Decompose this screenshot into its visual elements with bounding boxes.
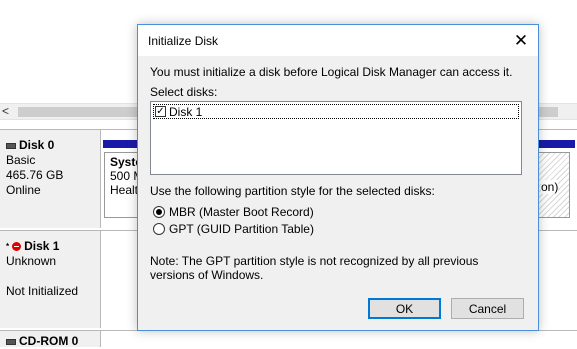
intro-text: You must initialize a disk before Logica…: [150, 65, 513, 79]
disk-icon: [6, 142, 16, 149]
radio-selected-dot: [156, 209, 162, 215]
mbr-label: MBR (Master Boot Record): [169, 205, 314, 219]
ok-button[interactable]: OK: [368, 298, 441, 319]
initialize-disk-dialog: Initialize Disk ✕ You must initialize a …: [137, 24, 539, 331]
gpt-radio[interactable]: [153, 223, 165, 235]
list-item[interactable]: ✓ Disk 1: [153, 104, 519, 119]
select-disks-label: Select disks:: [150, 85, 218, 99]
hatched-partition[interactable]: on): [538, 152, 570, 218]
partition-right-text: on): [541, 180, 559, 194]
dialog-title: Initialize Disk: [148, 34, 219, 48]
disk-listbox[interactable]: ✓ Disk 1: [150, 101, 522, 175]
cdrom-label[interactable]: CD-ROM 0: [0, 331, 101, 348]
disk-1-checkbox[interactable]: ✓: [155, 106, 166, 117]
scroll-left-arrow[interactable]: <: [2, 104, 9, 118]
close-icon[interactable]: ✕: [504, 25, 538, 56]
partition-style-label: Use the following partition style for th…: [150, 184, 435, 198]
disk-0-label[interactable]: Disk 0 Basic 465.76 GB Online: [0, 130, 101, 228]
cancel-button[interactable]: Cancel: [451, 298, 524, 319]
disk-1-label[interactable]: * Disk 1 Unknown Not Initialized: [0, 231, 101, 328]
disk-0-size: 465.76 GB: [6, 168, 64, 182]
disk-1-name: Disk 1: [24, 239, 60, 253]
disk-0-name: Disk 0: [19, 138, 55, 152]
dialog-titlebar[interactable]: Initialize Disk ✕: [138, 25, 538, 56]
disk-1-status: Not Initialized: [6, 284, 79, 298]
disk-1-mark: *: [6, 242, 10, 251]
disk-0-type: Basic: [6, 153, 36, 167]
disk-0-status: Online: [6, 183, 41, 197]
disk-1-type: Unknown: [6, 254, 57, 268]
mbr-option[interactable]: MBR (Master Boot Record): [153, 205, 314, 219]
disk-1-item-label: Disk 1: [169, 104, 203, 119]
cdrom-icon: [6, 338, 16, 345]
error-icon: [12, 242, 22, 251]
disk-row-cdrom: CD-ROM 0: [0, 330, 577, 348]
gpt-label: GPT (GUID Partition Table): [169, 222, 314, 236]
gpt-note: Note: The GPT partition style is not rec…: [150, 254, 479, 282]
mbr-radio[interactable]: [153, 206, 165, 218]
gpt-option[interactable]: GPT (GUID Partition Table): [153, 222, 314, 236]
